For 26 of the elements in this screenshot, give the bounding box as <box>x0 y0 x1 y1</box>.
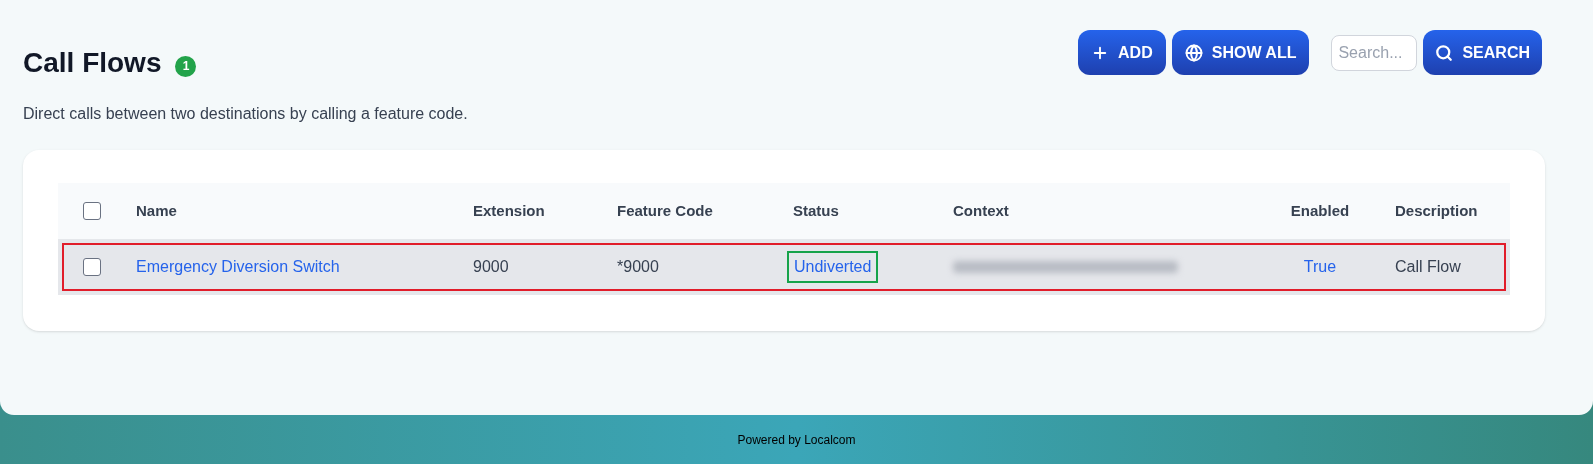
enabled-link[interactable]: True <box>1303 255 1337 279</box>
column-header: Name <box>136 202 177 219</box>
globe-icon <box>1184 43 1203 62</box>
page-title: Call Flows <box>23 46 162 80</box>
search-button[interactable]: SEARCH <box>1423 30 1542 75</box>
count-badge: 1 <box>175 55 197 77</box>
add-button[interactable]: ADD <box>1078 30 1166 75</box>
column-header: Description <box>1395 202 1478 219</box>
column-header: Context <box>953 202 1009 219</box>
footer-text: Powered by Localcom <box>737 431 856 449</box>
column-header: Enabled <box>1290 200 1350 221</box>
column-header: Extension <box>473 202 545 219</box>
table-cell: 9000 <box>473 258 509 275</box>
status-link[interactable]: Undiverted <box>787 251 879 283</box>
table-cell: *9000 <box>617 258 659 275</box>
table-cell: Call Flow <box>1395 258 1461 275</box>
checkbox[interactable] <box>83 258 101 276</box>
column-header: Status <box>793 202 839 219</box>
column-header: Feature Code <box>617 202 713 219</box>
table-row[interactable]: Emergency Diversion Switch 9000 *9000 Undiverted True Call Flow <box>58 239 1510 295</box>
show-all-button[interactable]: SHOW ALL <box>1171 30 1310 75</box>
checkbox[interactable] <box>83 202 101 220</box>
search-field[interactable]: Search... <box>1331 34 1418 71</box>
page-description: Direct calls between two destinations by calling a feature code. <box>23 104 469 124</box>
call-flow-link[interactable]: Emergency Diversion Switch <box>136 258 340 275</box>
search-icon <box>1435 43 1454 62</box>
